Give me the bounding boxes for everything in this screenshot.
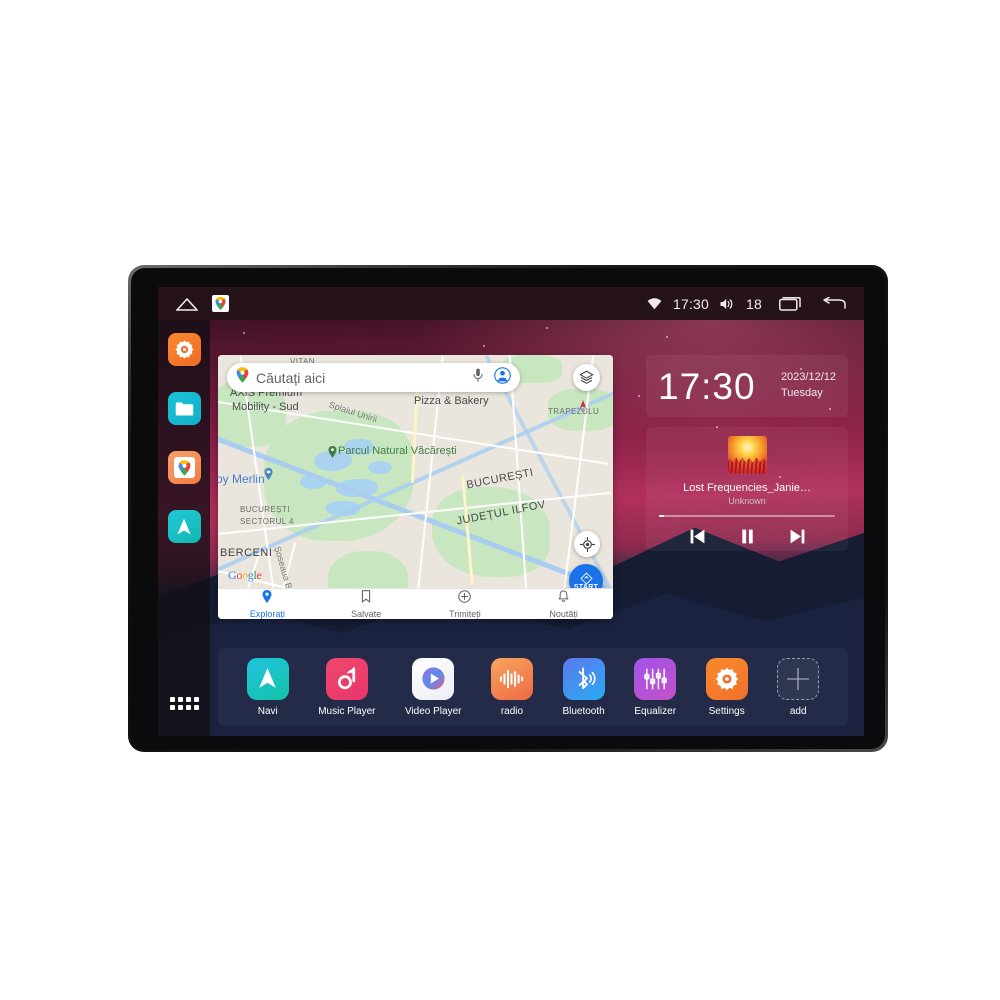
dock-label: add [789, 705, 807, 717]
status-time: 17:30 [672, 295, 710, 312]
google-attribution: Google [228, 568, 262, 582]
send-plus-icon [458, 589, 472, 608]
recents-icon[interactable] [779, 296, 801, 311]
bell-icon [558, 589, 569, 608]
map-label: TRAPEZULU [548, 407, 600, 416]
compass-icon[interactable] [577, 399, 589, 420]
clock-widget[interactable]: 17:30 2023/12/12 Tuesday [646, 355, 848, 417]
app-grid-icon[interactable] [169, 697, 199, 710]
sidebar-item-settings[interactable] [167, 333, 201, 366]
app-dock: Navi Music Player Video Player radio Blu… [218, 648, 848, 726]
map-label: oy Merlin [218, 472, 265, 486]
map-label: Pizza & Bakery [414, 395, 489, 407]
google-maps-icon[interactable] [212, 295, 229, 312]
map-search-bar[interactable]: Căutați aici [227, 363, 520, 392]
map-label: SECTORUL 4 [240, 517, 294, 526]
map-label: Parcul Natural Văcărești [338, 445, 457, 457]
dock-label: Bluetooth [562, 705, 605, 717]
dock-item-navi[interactable]: Navi [246, 657, 289, 717]
equalizer-sliders-icon [634, 657, 677, 700]
clock-date: 2023/12/12 [780, 371, 836, 384]
dock-label: radio [500, 705, 524, 717]
play-circle-icon [412, 657, 455, 700]
pause-icon[interactable] [738, 527, 757, 551]
map-tab-explore[interactable]: Explorați [218, 589, 317, 619]
map-tab-label: Trimiteți [449, 608, 481, 619]
dock-item-music-player[interactable]: Music Player [318, 657, 376, 717]
bluetooth-icon [562, 657, 605, 700]
my-location-icon[interactable] [574, 531, 600, 557]
map-canvas[interactable]: VITAN AXIS Premium Mobility - Sud Panera… [218, 355, 613, 619]
clock-time: 17:30 [658, 365, 756, 407]
volume-icon [720, 298, 735, 310]
dock-label: Music Player [318, 705, 376, 717]
account-avatar-icon[interactable] [494, 366, 511, 389]
map-tab-label: Salvate [351, 608, 382, 619]
gear-icon [705, 657, 748, 700]
map-label: BERCENI [220, 547, 273, 559]
search-input[interactable]: Căutați aici [256, 370, 473, 386]
dock-item-settings[interactable]: Settings [705, 657, 748, 717]
clock-weekday: Tuesday [780, 387, 823, 399]
map-tab-label: Noutăți [549, 608, 578, 619]
map-label: Mobility - Sud [232, 401, 299, 413]
dock-item-video-player[interactable]: Video Player [404, 657, 462, 717]
google-maps-icon [236, 367, 249, 388]
dock-item-radio[interactable]: radio [490, 657, 533, 717]
dock-item-equalizer[interactable]: Equalizer [634, 657, 677, 717]
previous-track-icon[interactable] [688, 527, 707, 551]
dock-label: Equalizer [634, 705, 677, 717]
screen: 17:30 18 VITAN AXIS Premium Mobility - S… [158, 287, 864, 736]
wifi-icon [647, 297, 662, 310]
map-tab-updates[interactable]: Noutăți [514, 589, 613, 619]
store-pin-icon [264, 467, 273, 480]
volume-value: 18 [746, 295, 762, 312]
navigation-arrow-icon [246, 657, 289, 700]
status-bar: 17:30 18 [158, 287, 864, 320]
music-note-icon [325, 657, 368, 700]
map-tab-label: Explorați [249, 608, 285, 619]
device-bezel: 17:30 18 VITAN AXIS Premium Mobility - S… [131, 268, 885, 749]
map-tab-contribute[interactable]: Trimiteți [416, 589, 515, 619]
sidebar-item-navigation[interactable] [167, 510, 201, 543]
bookmark-icon [361, 589, 371, 608]
dock-label: Settings [708, 705, 745, 717]
dock-label: Video Player [404, 705, 462, 717]
add-placeholder-icon [777, 657, 820, 700]
sidebar-item-google-maps[interactable] [167, 451, 201, 484]
layers-icon[interactable] [573, 364, 600, 391]
map-bottom-nav: Explorați Salvate Trimiteți Noutăți [218, 588, 613, 619]
dock-item-bluetooth[interactable]: Bluetooth [562, 657, 605, 717]
next-track-icon[interactable] [788, 527, 807, 551]
sidebar-item-file-manager[interactable] [167, 392, 201, 425]
head-unit-device: 17:30 18 VITAN AXIS Premium Mobility - S… [128, 265, 888, 752]
track-title: Lost Frequencies_Janie… [683, 481, 811, 494]
google-maps-card[interactable]: VITAN AXIS Premium Mobility - Sud Panera… [218, 355, 613, 619]
dock-item-add[interactable]: add [777, 657, 820, 717]
music-player-widget[interactable]: Lost Frequencies_Janie… Unknown [646, 427, 848, 551]
microphone-icon[interactable] [473, 368, 483, 387]
playback-progress-bar[interactable] [659, 515, 835, 517]
home-icon[interactable] [176, 297, 198, 311]
back-icon[interactable] [822, 296, 846, 311]
map-tab-saved[interactable]: Salvate [317, 589, 416, 619]
explore-pin-icon [262, 589, 272, 608]
dock-label: Navi [257, 705, 278, 717]
map-label: BUCUREȘTI [240, 505, 290, 514]
track-artist: Unknown [728, 496, 766, 507]
park-pin-icon [328, 445, 337, 458]
left-app-rail [158, 320, 210, 736]
radio-waveform-icon [490, 657, 533, 700]
album-art [727, 436, 767, 474]
